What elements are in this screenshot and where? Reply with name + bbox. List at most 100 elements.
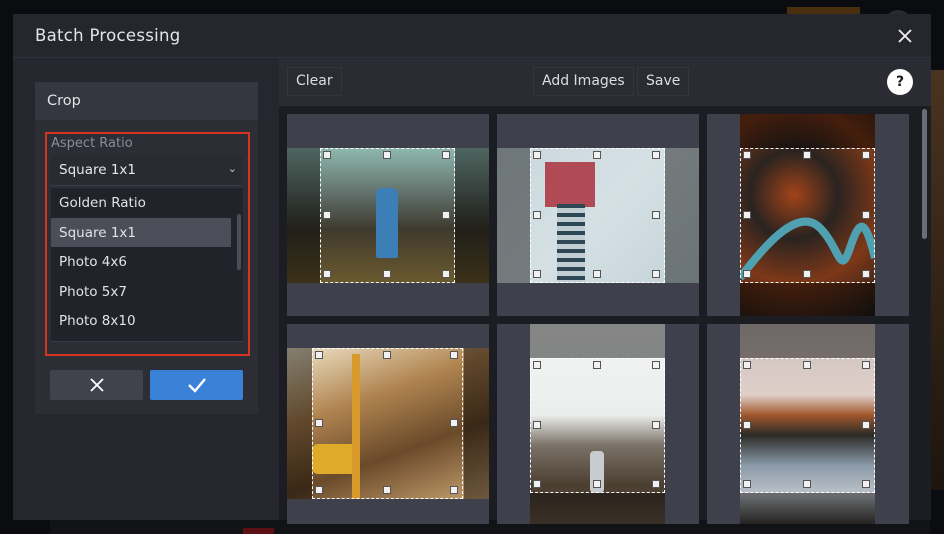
crop-box[interactable] [320,148,455,283]
clear-button[interactable]: Clear [287,67,342,96]
crop-resize-handle[interactable] [442,270,450,278]
aspect-ratio-options[interactable]: Golden Ratio Square 1x1 Photo 4x6 Photo … [51,188,243,342]
crop-resize-handle[interactable] [862,361,870,369]
crop-resize-handle[interactable] [743,361,751,369]
crop-resize-handle[interactable] [592,361,601,369]
crop-resize-handle[interactable] [743,151,751,159]
batch-processing-dialog: Batch Processing Crop Aspect Ratio Squar… [13,14,931,524]
crop-resize-handle[interactable] [533,151,541,159]
image-tile[interactable] [707,324,909,524]
crop-resize-handle[interactable] [533,210,541,219]
crop-resize-handle[interactable] [315,351,323,359]
image-tile[interactable] [287,114,489,316]
crop-resize-handle[interactable] [652,151,660,159]
crop-resize-handle[interactable] [743,420,751,429]
save-button[interactable]: Save [637,67,690,96]
crop-box[interactable] [530,358,665,493]
crop-resize-handle[interactable] [652,270,660,278]
crop-resize-handle[interactable] [652,480,660,488]
crop-resize-handle[interactable] [315,418,323,427]
crop-resize-handle[interactable] [533,361,541,369]
option-photo-4x6[interactable]: Photo 4x6 [51,247,231,277]
crop-resize-handle[interactable] [382,486,391,494]
crop-resize-handle[interactable] [450,486,458,494]
chevron-down-icon: ⌄ [227,162,237,175]
crop-resize-handle[interactable] [743,480,751,488]
crop-mask [740,283,875,316]
crop-resize-handle[interactable] [652,361,660,369]
crop-resize-handle[interactable] [802,480,811,488]
crop-resize-handle[interactable] [323,270,331,278]
crop-resize-handle[interactable] [450,351,458,359]
crop-mask [497,148,530,283]
crop-resize-handle[interactable] [592,480,601,488]
aspect-ratio-selected-value: Square 1x1 [59,162,136,178]
crop-resize-handle[interactable] [382,351,391,359]
option-photo-8x10[interactable]: Photo 8x10 [51,306,231,336]
crop-resize-handle[interactable] [652,210,660,219]
workspace-toolbar: Clear Add Images Save ? [279,59,931,106]
dialog-header: Batch Processing [13,14,931,58]
crop-box[interactable] [740,358,875,493]
crop-mask [530,324,665,358]
options-scrollbar[interactable] [237,214,241,270]
apply-crop-button[interactable] [150,370,243,400]
crop-resize-handle[interactable] [592,151,601,159]
crop-resize-handle[interactable] [533,270,541,278]
crop-resize-handle[interactable] [862,480,870,488]
image-tile[interactable] [497,114,699,316]
dialog-title: Batch Processing [35,26,181,45]
crop-box[interactable] [312,348,463,499]
close-icon [898,29,912,43]
image-tile[interactable] [707,114,909,316]
x-icon [89,378,104,392]
crop-resize-handle[interactable] [323,151,331,159]
crop-resize-handle[interactable] [323,210,331,219]
crop-mask [740,324,875,358]
crop-resize-handle[interactable] [592,270,601,278]
crop-panel: Crop Aspect Ratio Square 1x1 ⌄ Golden Ra… [35,82,258,414]
option-photo-5x7[interactable]: Photo 5x7 [51,277,231,307]
crop-resize-handle[interactable] [450,418,458,427]
close-button[interactable] [895,26,915,46]
option-square-1x1[interactable]: Square 1x1 [51,217,231,248]
crop-resize-handle[interactable] [743,210,751,219]
crop-mask [464,348,489,499]
crop-mask [740,493,875,524]
crop-resize-handle[interactable] [802,361,811,369]
crop-resize-handle[interactable] [442,210,450,219]
crop-resize-handle[interactable] [442,151,450,159]
grid-scrollbar[interactable] [922,109,927,239]
crop-resize-handle[interactable] [382,151,391,159]
crop-resize-handle[interactable] [862,270,870,278]
cancel-crop-button[interactable] [50,370,143,400]
crop-resize-handle[interactable] [533,420,541,429]
image-tile[interactable] [287,324,489,524]
crop-resize-handle[interactable] [533,480,541,488]
crop-resize-handle[interactable] [862,151,870,159]
crop-mask [530,493,665,524]
crop-resize-handle[interactable] [802,151,811,159]
help-button[interactable]: ? [887,69,913,95]
crop-resize-handle[interactable] [315,486,323,494]
crop-mask [665,148,699,283]
crop-resize-handle[interactable] [862,210,870,219]
checkmark-icon [187,378,206,393]
crop-box[interactable] [740,148,875,283]
aspect-ratio-label: Aspect Ratio [51,136,133,151]
crop-resize-handle[interactable] [652,420,660,429]
crop-mask [287,348,312,499]
aspect-ratio-select[interactable]: Square 1x1 ⌄ [51,156,243,186]
add-images-button[interactable]: Add Images [533,67,634,96]
crop-resize-handle[interactable] [382,270,391,278]
crop-resize-handle[interactable] [862,420,870,429]
image-tile[interactable] [497,324,699,524]
crop-mask [740,114,875,148]
background-image-strip [930,70,944,490]
crop-resize-handle[interactable] [802,270,811,278]
crop-box[interactable] [530,148,665,283]
crop-resize-handle[interactable] [743,270,751,278]
option-golden-ratio[interactable]: Golden Ratio [51,188,231,218]
image-workspace: Clear Add Images Save ? [279,59,931,524]
crop-mask [287,148,320,283]
